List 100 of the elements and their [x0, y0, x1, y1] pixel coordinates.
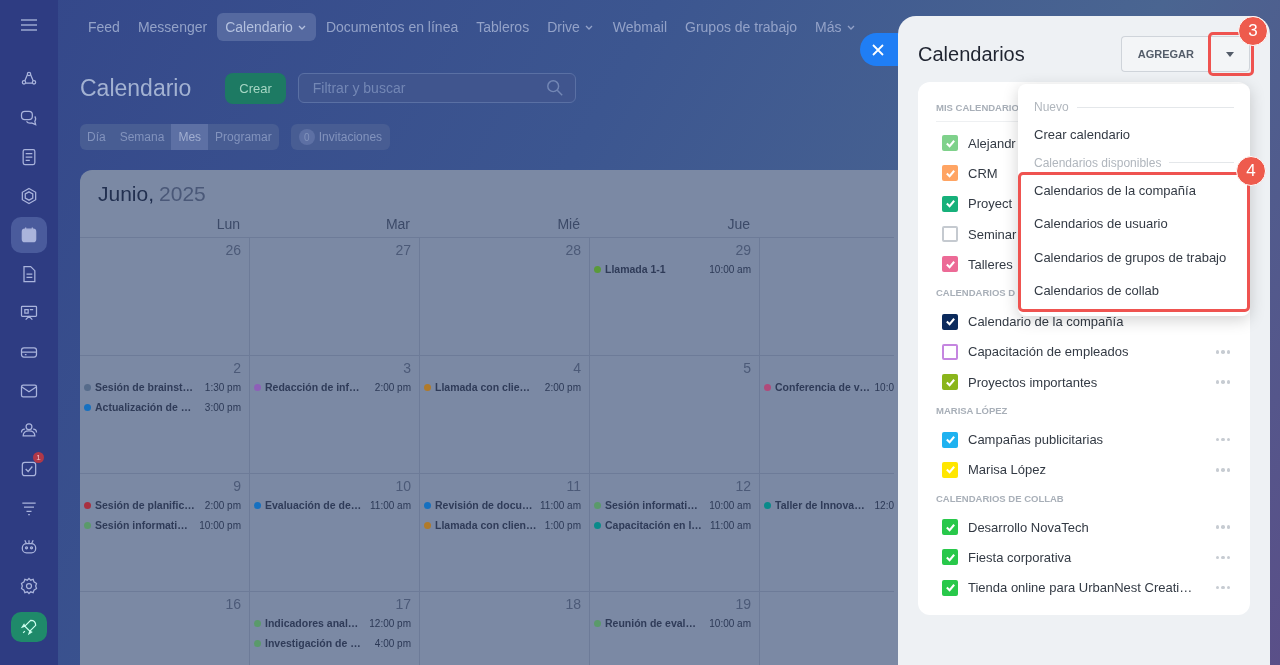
calendar-event[interactable]: Sesión de brainst… 1:30 pm	[84, 379, 241, 396]
checkbox[interactable]	[942, 313, 958, 330]
calendar-name: Desarrollo NovaTech	[968, 519, 1089, 535]
checkbox[interactable]	[942, 431, 958, 448]
weekday-label: Jue	[727, 216, 750, 232]
weekday-label: Mié	[557, 216, 580, 232]
presentation-icon	[19, 303, 39, 323]
calendar-event[interactable]: Capacitación en l… 11:00 am	[594, 517, 751, 534]
checkbox[interactable]	[942, 519, 958, 536]
page-title: Calendario	[80, 74, 192, 102]
view-tab[interactable]: Programar	[208, 124, 279, 150]
check-icon	[944, 198, 956, 210]
calendar-name: Marisa López	[968, 462, 1047, 478]
calendar-event[interactable]: Revisión de docu… 11:00 am	[424, 497, 581, 514]
section-heading: CALENDARIOS DE COLLAB	[936, 492, 1064, 504]
checkbox[interactable]	[942, 374, 958, 391]
view-tab[interactable]: Semana	[112, 124, 172, 150]
sidebar-button[interactable]	[11, 217, 47, 253]
dropdown-button[interactable]	[1210, 36, 1250, 72]
menu-item[interactable]: Calendarios de collab	[1018, 274, 1176, 308]
create-button[interactable]: Crear	[225, 72, 286, 104]
sidebar-button[interactable]	[11, 612, 47, 642]
chat-icon	[19, 108, 39, 128]
checkbox[interactable]	[942, 226, 958, 243]
calendar-event[interactable]: Actualización de … 3:00 pm	[84, 399, 241, 416]
calendar-name: Seminar	[968, 226, 1017, 242]
checkbox[interactable]	[942, 135, 958, 152]
add-button[interactable]: AGREGAR	[1120, 36, 1210, 72]
menu-item[interactable]: Calendarios de la compañía	[1018, 173, 1212, 207]
weekday-label: Mar	[385, 216, 410, 232]
check-icon	[944, 376, 956, 388]
menu-item[interactable]: Calendarios de grupos de trabajo	[1018, 240, 1243, 274]
view-tab[interactable]: Día	[80, 124, 113, 150]
calendar-name: CRM	[968, 165, 998, 181]
caret-icon	[1226, 51, 1234, 57]
close-icon	[872, 43, 884, 56]
checkbox[interactable]	[942, 461, 958, 478]
calendar-name: Fiesta corporativa	[968, 549, 1072, 565]
calendar-icon	[19, 225, 39, 245]
panel-title: Calendarios	[918, 42, 1026, 66]
check-icon	[944, 137, 956, 149]
search-icon	[545, 79, 564, 97]
checkbox[interactable]	[942, 195, 958, 212]
calendar-event[interactable]: Sesión informati… 10:00 pm	[84, 517, 241, 534]
calendar-event[interactable]: Sesión de planific… 2:00 pm	[84, 497, 241, 514]
close-button[interactable]	[860, 33, 898, 66]
calendar-event[interactable]: Llamada con clien… 1:00 pm	[424, 517, 581, 534]
checkbox[interactable]	[942, 579, 958, 596]
calendar-event[interactable]: Reunión de eval… 10:00 am	[594, 615, 751, 632]
step-badge: 4	[1236, 155, 1266, 186]
calendar-event[interactable]: Taller de Innova… 12:0	[764, 497, 894, 514]
calendar-event[interactable]: Indicadores anal… 12:00 pm	[254, 615, 411, 632]
task-icon	[19, 459, 39, 479]
nav-tab[interactable]: Drive	[539, 13, 603, 41]
weekday-label: Lun	[216, 216, 240, 232]
calendar-event[interactable]: Evaluación de de… 11:00 am	[254, 497, 411, 514]
checkbox[interactable]	[942, 343, 958, 360]
calendar-name: Tienda online para UrbanNest Creati…	[968, 580, 1193, 596]
nav-tab[interactable]: Webmail	[604, 13, 675, 41]
nav-tab[interactable]: Feed	[80, 13, 128, 41]
section-heading: CALENDARIOS D	[936, 287, 1016, 299]
nav-tab[interactable]: Más	[807, 13, 865, 41]
check-icon	[944, 167, 956, 179]
calendar-event[interactable]: Investigación de … 4:00 pm	[254, 635, 411, 652]
calendar-name: Talleres	[968, 256, 1013, 272]
nav-tab[interactable]: Grupos de trabajo	[677, 13, 806, 41]
calendar-name: Capacitación de empleados	[968, 344, 1129, 360]
checkbox[interactable]	[942, 549, 958, 566]
check-icon	[944, 258, 956, 270]
calendar-event[interactable]: Llamada con clie… 2:00 pm	[424, 379, 581, 396]
checkbox[interactable]	[942, 256, 958, 273]
nav-tab[interactable]: Calendario	[217, 13, 316, 41]
check-icon	[944, 551, 956, 563]
checkbox[interactable]	[942, 165, 958, 182]
check-icon	[944, 316, 956, 328]
gear-icon	[19, 576, 39, 596]
menu-heading: Nuevo	[1034, 100, 1069, 114]
nav-tab[interactable]: Messenger	[129, 13, 216, 41]
notification-badge: 1	[33, 452, 44, 463]
calendar-event[interactable]: Conferencia de v… 10:0	[764, 379, 894, 396]
calendar-name: Proyectos importantes	[968, 374, 1098, 390]
nav-tab[interactable]: Tableros	[468, 13, 538, 41]
section-heading: MIS CALENDARIO	[936, 102, 1019, 113]
calendar-name: Calendario de la compañía	[968, 314, 1124, 330]
calendar-event[interactable]: Llamada 1-1 10:00 am	[594, 261, 751, 278]
calendar-name: Alejandr	[968, 135, 1016, 151]
menu-item[interactable]: Crear calendario	[1018, 118, 1147, 152]
step-badge: 3	[1238, 16, 1268, 46]
hexagon-icon	[19, 186, 39, 206]
calendar-name: Proyect	[968, 196, 1013, 212]
view-tab[interactable]: Mes	[171, 124, 209, 150]
calendar-event[interactable]: Redacción de inf… 2:00 pm	[254, 379, 411, 396]
section-heading: MARISA LÓPEZ	[936, 405, 1008, 417]
nav-tab[interactable]: Documentos en línea	[317, 13, 467, 41]
rocket-icon	[19, 617, 39, 637]
check-icon	[944, 434, 956, 445]
calendar-event[interactable]: Sesión informati… 10:00 am	[594, 497, 751, 514]
menu-item[interactable]: Calendarios de usuario	[1018, 207, 1184, 241]
sidebar-button[interactable]: 1	[11, 451, 47, 487]
check-icon	[944, 521, 956, 533]
